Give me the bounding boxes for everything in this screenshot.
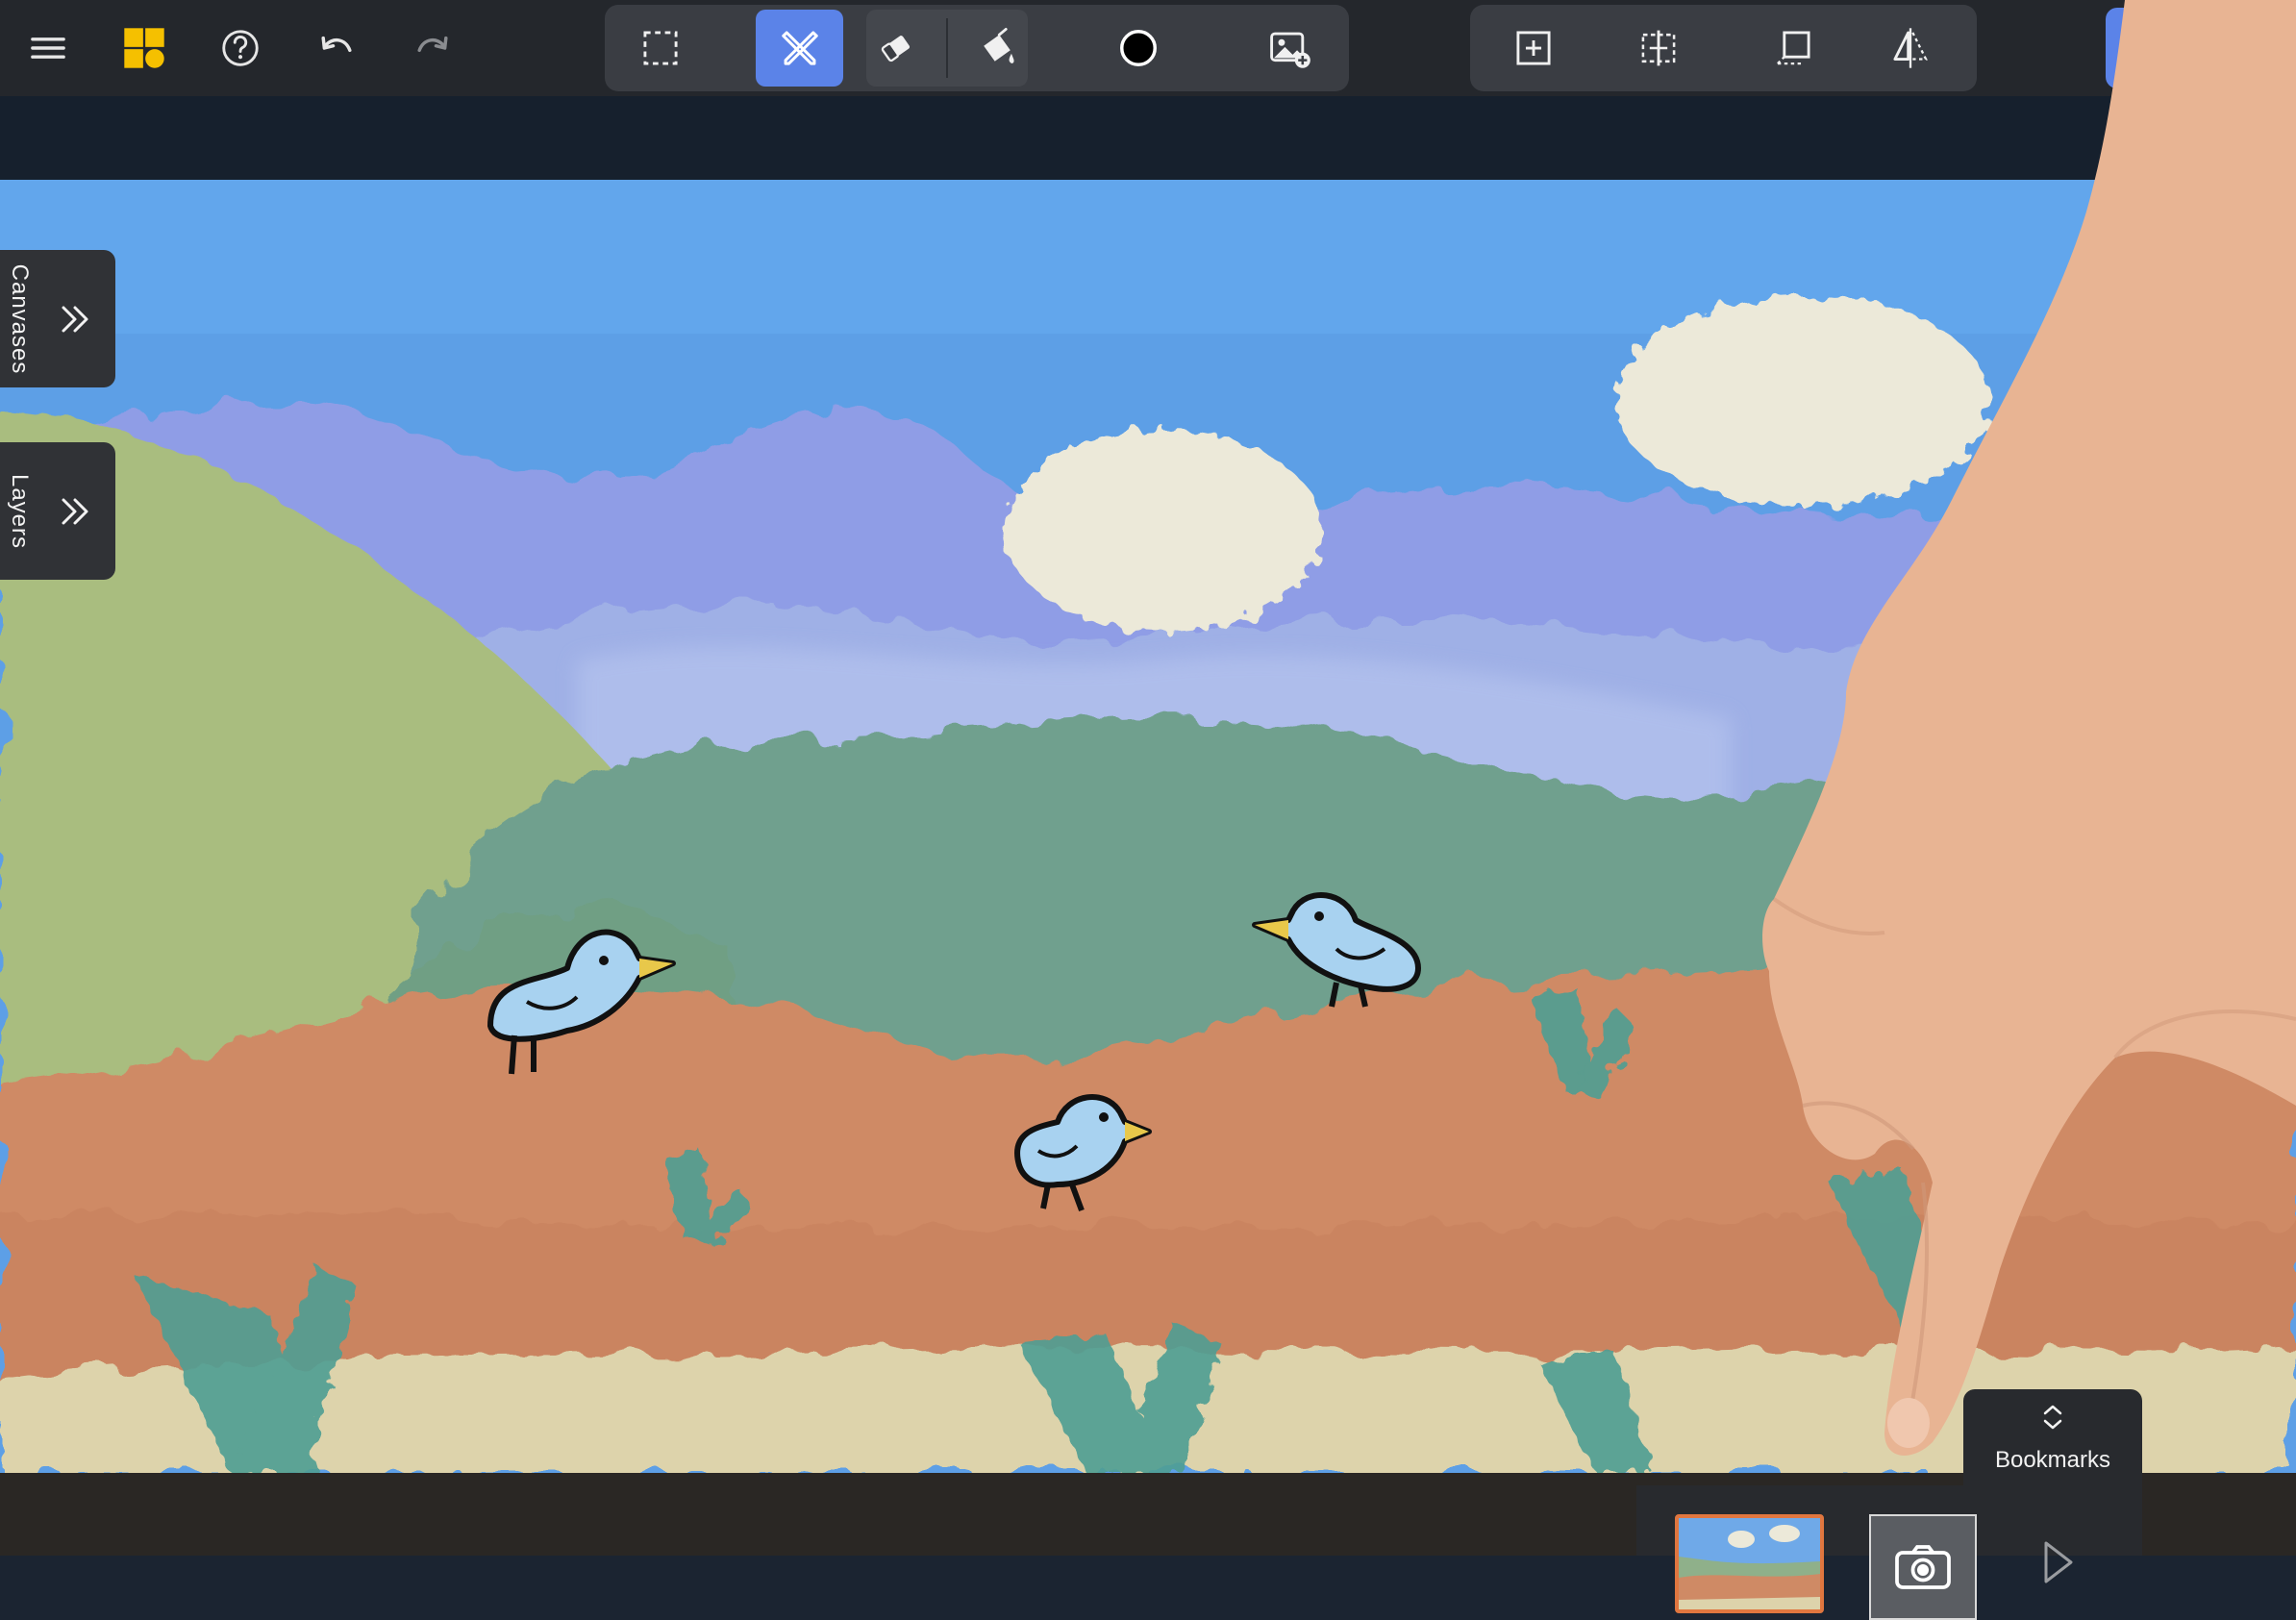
fill-bucket-icon[interactable] [953, 10, 1040, 87]
bookmarks-panel: Bookmarks [1636, 1389, 2142, 1620]
undo-icon[interactable] [300, 12, 373, 85]
selection-icon[interactable] [616, 10, 704, 87]
help-icon[interactable] [204, 12, 277, 85]
app-logo-icon[interactable] [108, 12, 181, 85]
canvases-label: Canvases [7, 263, 33, 374]
drawing-tools-group [605, 5, 1349, 91]
chevron-right-icon [62, 498, 88, 524]
resize-icon[interactable] [1614, 10, 1702, 87]
canvas-tools-group [1470, 5, 1977, 91]
add-image-icon[interactable] [1245, 10, 1333, 87]
flip-icon[interactable] [1866, 10, 1954, 87]
canvas-header-bar [0, 96, 2296, 180]
bookmarks-tab[interactable]: Bookmarks [1963, 1389, 2142, 1495]
top-toolbar [0, 0, 2296, 96]
menu-icon[interactable] [12, 12, 85, 85]
bookmarks-strip [1636, 1485, 2142, 1620]
redo-icon[interactable] [396, 12, 469, 85]
chevron-right-icon [62, 306, 88, 332]
chevron-up-down-icon [2043, 1405, 2062, 1430]
canvases-panel-tab[interactable]: Canvases [0, 250, 115, 387]
layers-label: Layers [7, 473, 33, 549]
play-icon[interactable] [2038, 1538, 2077, 1586]
drawing-canvas[interactable] [0, 180, 2296, 1473]
camera-icon [1895, 1545, 1951, 1589]
add-bookmark-button[interactable] [1869, 1514, 1977, 1620]
bookmarks-label: Bookmarks [1994, 1447, 2111, 1473]
add-frame-icon[interactable] [1489, 10, 1577, 87]
color-dot-icon[interactable] [1094, 10, 1182, 87]
layers-panel-tab[interactable]: Layers [0, 442, 115, 580]
pencil-ruler-icon[interactable] [756, 10, 843, 87]
eraser-icon[interactable] [852, 10, 939, 87]
accent-button-edge[interactable] [2106, 8, 2144, 88]
perspective-icon[interactable] [1749, 10, 1836, 87]
bookmark-thumbnail[interactable] [1675, 1514, 1824, 1613]
painting [0, 180, 2296, 1473]
tool-separator [946, 18, 948, 78]
